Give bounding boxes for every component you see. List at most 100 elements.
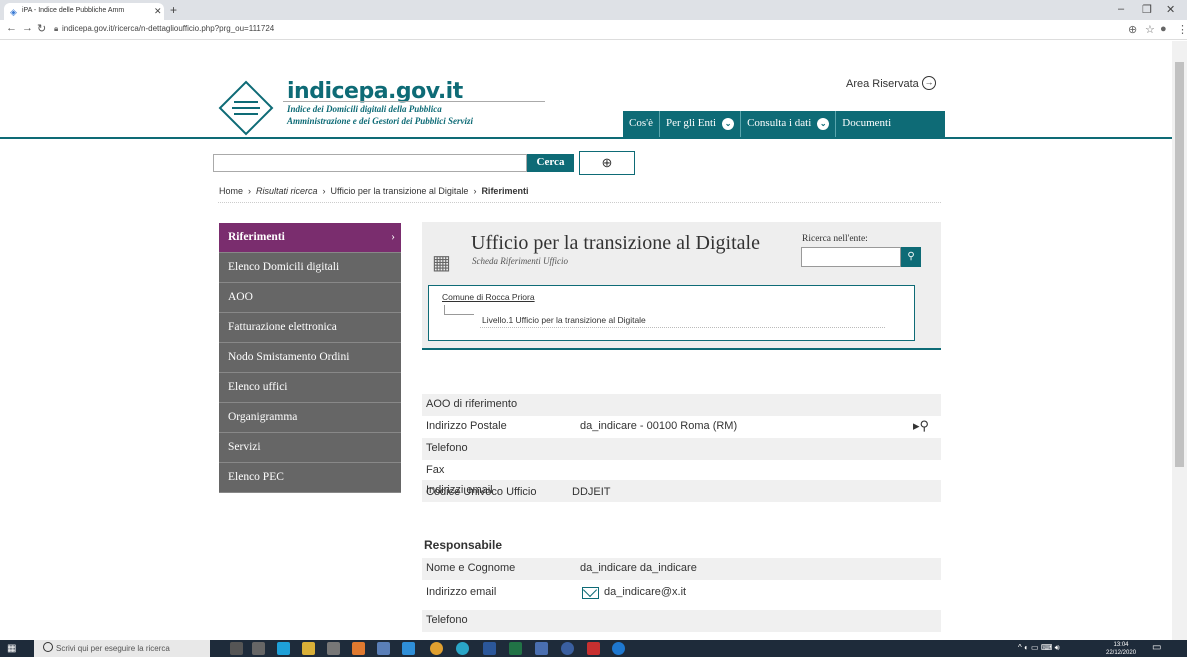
nav-cose[interactable]: Cos'è: [623, 111, 660, 137]
search-input[interactable]: [213, 154, 527, 172]
sidebar-item-organigramma[interactable]: Organigramma: [219, 403, 401, 433]
lock-icon[interactable]: 🔒︎: [54, 24, 58, 34]
address-bar: ← → ↻ 🔒︎ indicepa.gov.it/ricerca/n-detta…: [0, 20, 1187, 40]
browser-tab-strip: ◈ iPA - Indice delle Pubbliche Amm ✕ + –…: [0, 0, 1187, 20]
windows-start-icon[interactable]: ▦: [7, 643, 16, 654]
sidebar-item-elenco-pec[interactable]: Elenco PEC: [219, 463, 401, 493]
nav-label: Per gli Enti: [665, 117, 717, 129]
row-value[interactable]: da_indicare@x.it: [604, 586, 686, 598]
breadcrumb-current: Riferimenti: [481, 186, 529, 196]
taskbar-search[interactable]: Scrivi qui per eseguire la ricerca: [34, 640, 210, 657]
area-riservata-link[interactable]: Area Riservata: [846, 78, 919, 90]
zoom-icon[interactable]: ⊕: [1128, 23, 1137, 36]
app-icon[interactable]: [535, 642, 548, 655]
forward-icon[interactable]: →: [22, 22, 33, 34]
app-icon[interactable]: [352, 642, 365, 655]
breadcrumb-office[interactable]: Ufficio per la transizione al Digitale: [331, 186, 469, 196]
sidebar-item-label: Elenco PEC: [228, 471, 284, 483]
browser-tab[interactable]: ◈ iPA - Indice delle Pubbliche Amm ✕: [4, 3, 164, 20]
edge-icon[interactable]: [456, 642, 469, 655]
chevron-down-icon: ⌄: [817, 118, 830, 130]
menu-icon[interactable]: ⋮: [1177, 23, 1187, 36]
cortana-icon: [43, 642, 53, 652]
nav-per-gli-enti[interactable]: Per gli Enti ⌄: [660, 111, 742, 137]
taskbar-search-placeholder: Scrivi qui per eseguire la ricerca: [56, 644, 170, 653]
nav-documenti[interactable]: Documenti: [836, 111, 897, 137]
url-field[interactable]: indicepa.gov.it/ricerca/n-dettagliouffic…: [62, 24, 274, 33]
search-button[interactable]: Cerca: [527, 154, 574, 172]
sidebar-item-elenco-uffici[interactable]: Elenco uffici: [219, 373, 401, 403]
sidebar-item-nodo-smistamento[interactable]: Nodo Smistamento Ordini: [219, 343, 401, 373]
microphone-icon[interactable]: [230, 642, 243, 655]
scrollbar-thumb[interactable]: [1175, 62, 1184, 467]
table-row: Nome e Cognome da_indicare da_indicare: [422, 558, 941, 580]
building-icon: ▦: [432, 252, 451, 274]
close-tab-icon[interactable]: ✕: [154, 6, 162, 17]
hierarchy-parent-link[interactable]: Comune di Rocca Priora: [442, 292, 535, 302]
row-label: Nome e Cognome: [426, 562, 516, 574]
divider: [218, 202, 941, 203]
logo-icon[interactable]: [218, 80, 274, 136]
app-icon[interactable]: [377, 642, 390, 655]
internet-explorer-icon[interactable]: [612, 642, 625, 655]
bookmark-star-icon[interactable]: ☆: [1145, 23, 1155, 36]
notification-icon[interactable]: ▭: [1152, 642, 1161, 653]
restore-icon[interactable]: ❐: [1142, 3, 1152, 16]
office-title: Ufficio per la transizione al Digitale: [471, 232, 760, 254]
app-icon[interactable]: [327, 642, 340, 655]
tree-connector: [444, 305, 474, 315]
site-subtitle-2: Amministrazione e dei Gestori dei Pubbli…: [287, 116, 474, 126]
chevron-right-icon: ›: [322, 186, 326, 196]
chrome-icon[interactable]: [430, 642, 443, 655]
row-label: Indirizzo Postale: [426, 420, 507, 432]
task-view-icon[interactable]: [252, 642, 265, 655]
sidebar-item-servizi[interactable]: Servizi: [219, 433, 401, 463]
new-tab-button[interactable]: +: [170, 3, 177, 17]
row-label: Telefono: [426, 442, 468, 454]
clock-time: 13:04: [1113, 642, 1129, 648]
row-label: Fax: [426, 464, 445, 476]
sidebar-item-elenco-domicili[interactable]: Elenco Domicili digitali: [219, 253, 401, 283]
login-arrow-icon[interactable]: →: [922, 76, 936, 90]
reload-icon[interactable]: ↻: [37, 22, 46, 35]
sidebar-item-label: Servizi: [228, 441, 261, 453]
favicon-icon: ◈: [10, 7, 17, 17]
excel-icon[interactable]: [509, 642, 522, 655]
nav-label: Documenti: [842, 117, 892, 129]
email-icon[interactable]: [582, 587, 599, 599]
word-icon[interactable]: [483, 642, 496, 655]
table-row: AOO di riferimento: [422, 394, 941, 416]
advanced-search-icon[interactable]: ⊕: [579, 151, 635, 175]
skype-icon[interactable]: [277, 642, 290, 655]
system-tray-icons[interactable]: ^ ◐ ▭ ⌨ 🔊︎: [1018, 643, 1060, 653]
sidebar-item-aoo[interactable]: AOO: [219, 283, 401, 313]
sidebar-item-fatturazione[interactable]: Fatturazione elettronica: [219, 313, 401, 343]
app-icon[interactable]: [561, 642, 574, 655]
back-icon[interactable]: ←: [6, 22, 17, 34]
divider: [283, 101, 545, 102]
nav-consulta-i-dati[interactable]: Consulta i dati ⌄: [741, 111, 837, 137]
sidebar-item-label: Organigramma: [228, 411, 298, 423]
app-icon[interactable]: [402, 642, 415, 655]
hierarchy-child: Livello.1 Ufficio per la transizione al …: [482, 315, 646, 325]
divider: [480, 327, 885, 328]
sidebar-item-label: Riferimenti: [228, 231, 285, 243]
breadcrumb-results[interactable]: Risultati ricerca: [256, 186, 318, 196]
row-value: da_indicare - 00100 Roma (RM): [580, 420, 738, 432]
sidebar-item-riferimenti[interactable]: Riferimenti ›: [219, 223, 401, 253]
row-value: da_indicare da_indicare: [580, 562, 697, 574]
chevron-right-icon: ›: [391, 231, 395, 243]
minimize-icon[interactable]: –: [1118, 3, 1124, 15]
map-pin-icon[interactable]: ▸⚲: [913, 418, 929, 434]
clock[interactable]: 13:04 22/12/2020: [1106, 641, 1136, 657]
row-label: Codice Univoco Ufficio: [426, 486, 537, 498]
search-icon[interactable]: ⚲: [901, 247, 921, 267]
file-explorer-icon[interactable]: [302, 642, 315, 655]
acrobat-icon[interactable]: [587, 642, 600, 655]
tab-title: iPA - Indice delle Pubbliche Amm: [22, 7, 125, 14]
ricerca-nell-ente-input[interactable]: [801, 247, 901, 267]
row-value: DDJEIT: [572, 486, 611, 498]
profile-icon[interactable]: ●: [1160, 23, 1167, 35]
close-window-icon[interactable]: ✕: [1166, 3, 1175, 16]
breadcrumb-home[interactable]: Home: [219, 186, 243, 196]
